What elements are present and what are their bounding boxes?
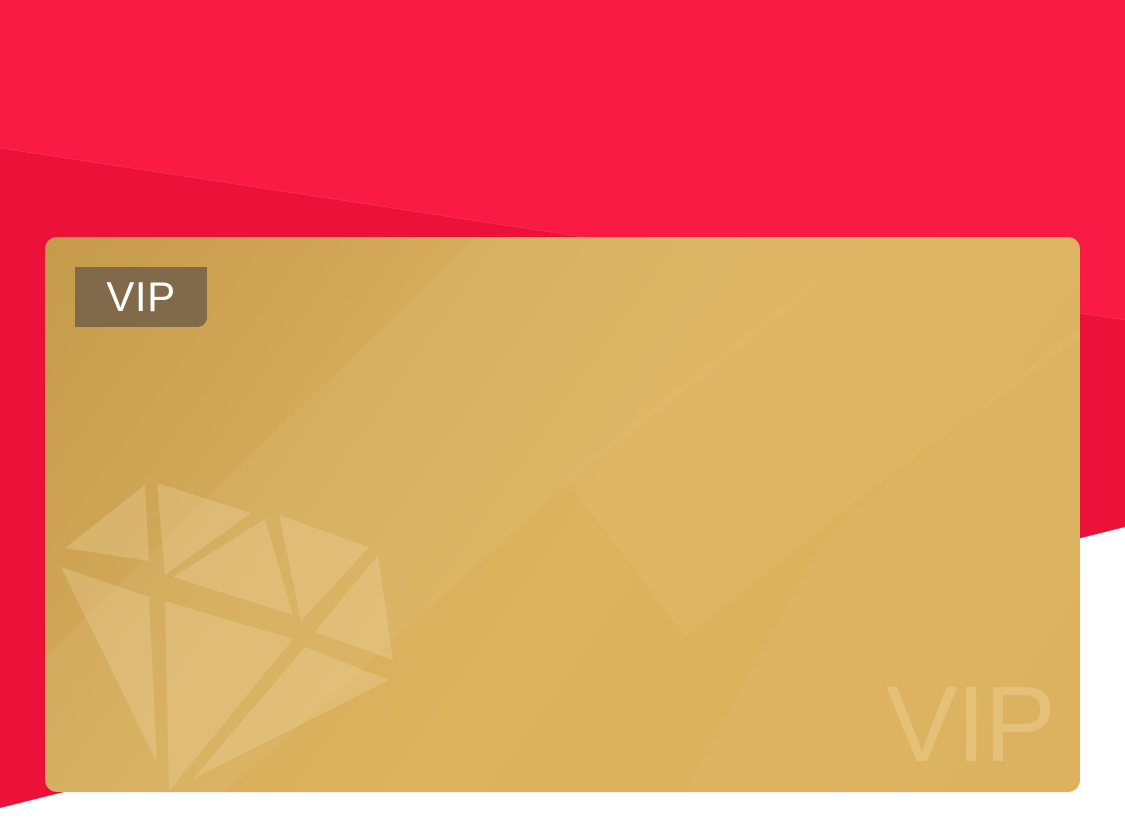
diamond-icon	[61, 483, 393, 791]
vip-badge-label: VIP	[106, 273, 176, 320]
membership-card-screen: VIP VIP	[0, 0, 1125, 837]
vip-badge: VIP	[75, 267, 207, 327]
vip-membership-card[interactable]: VIP VIP	[45, 237, 1080, 792]
vip-watermark: VIP	[885, 663, 1056, 784]
